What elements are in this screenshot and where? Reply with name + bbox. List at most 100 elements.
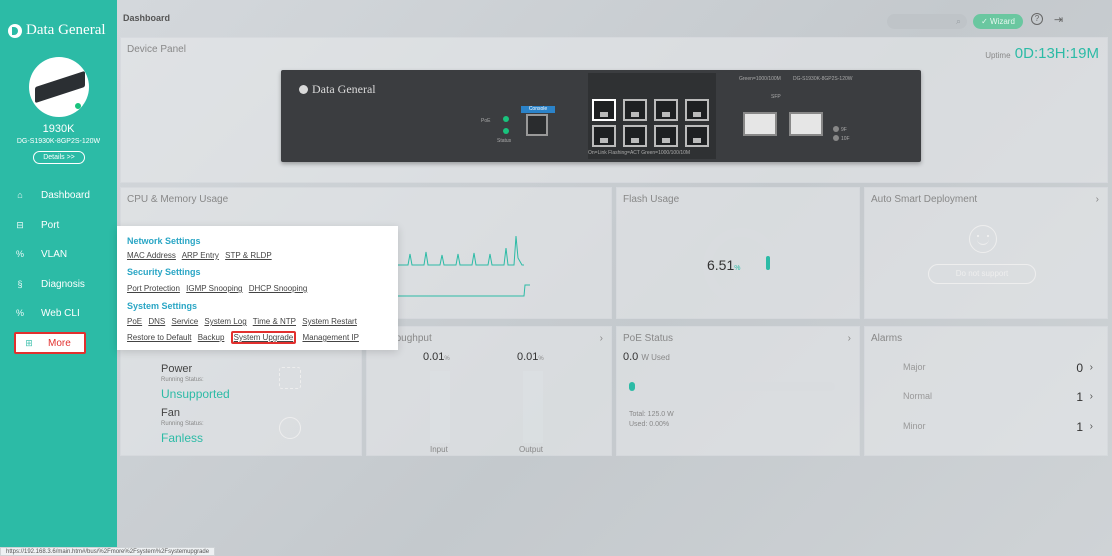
search-input[interactable]: ⌕ xyxy=(887,14,967,29)
menu-item-restore-default[interactable]: Restore to Default xyxy=(127,333,191,342)
output-throughput-value: 0.01% xyxy=(517,351,544,363)
wizard-button[interactable]: ✓ Wizard xyxy=(973,14,1023,29)
sidebar-item-web-cli[interactable]: % Web CLI xyxy=(0,302,117,324)
device-avatar xyxy=(29,57,89,117)
system-settings-header: System Settings xyxy=(127,301,198,311)
menu-item-management-ip[interactable]: Management IP xyxy=(302,333,358,342)
input-throughput-unit: % xyxy=(444,356,450,362)
input-throughput-value: 0.01% xyxy=(423,351,450,363)
flash-usage-bar xyxy=(766,256,770,270)
device-panel: Device Panel Uptime 0D:13H:19M Data Gene… xyxy=(120,37,1108,183)
sidebar-item-label: Dashboard xyxy=(41,189,90,201)
poe-usage-track xyxy=(629,382,835,391)
port-4[interactable] xyxy=(623,125,647,147)
poe-led-label: PoE xyxy=(481,118,491,124)
menu-item-system-log[interactable]: System Log xyxy=(204,317,246,326)
flash-usage-unit: % xyxy=(734,265,741,272)
sfp-9f-label: 9F xyxy=(841,127,847,133)
auto-smart-deployment-panel[interactable]: Auto Smart Deployment › Do not support xyxy=(864,187,1108,319)
poe-total: Total: 125.0 W xyxy=(629,411,674,418)
diagnosis-icon: § xyxy=(17,279,23,289)
sidebar-item-diagnosis[interactable]: § Diagnosis xyxy=(0,273,117,295)
port-icon: ⊟ xyxy=(16,220,24,230)
chevron-right-icon[interactable]: › xyxy=(1090,391,1093,402)
security-settings-header: Security Settings xyxy=(127,267,201,277)
switch-brand: Data General xyxy=(299,82,376,97)
menu-item-igmp-snooping[interactable]: IGMP Snooping xyxy=(186,284,242,293)
menu-item-port-protection[interactable]: Port Protection xyxy=(127,284,180,293)
wand-icon: ✓ xyxy=(981,17,988,26)
input-throughput-bar xyxy=(430,371,450,443)
sfp-port-9f[interactable] xyxy=(743,112,777,136)
switch-front-panel: Data General PoE Status Console On=Link … xyxy=(281,70,921,162)
device-name: 1930K xyxy=(42,123,75,135)
sidebar: Data General 1930K DG-S1930K-8GP2S-120W … xyxy=(0,0,117,556)
search-icon[interactable]: ⌕ xyxy=(956,16,961,27)
port-7[interactable] xyxy=(685,99,709,121)
port-3[interactable] xyxy=(623,99,647,121)
menu-item-arp-entry[interactable]: ARP Entry xyxy=(182,251,219,260)
chevron-right-icon[interactable]: › xyxy=(1090,421,1093,432)
throughput-panel[interactable]: c Throughput › 0.01% 0.01% Input Output xyxy=(366,326,612,456)
brand-logo[interactable]: Data General xyxy=(8,22,106,39)
alarm-row-minor[interactable]: Minor 1 › xyxy=(903,420,1098,437)
sidebar-item-dashboard[interactable]: ⌂ Dashboard xyxy=(0,184,117,206)
fan-status-label: Running Status: xyxy=(161,421,204,427)
chevron-right-icon[interactable]: › xyxy=(600,333,603,344)
alarm-row-major[interactable]: Major 0 › xyxy=(903,361,1098,378)
sidebar-item-vlan[interactable]: % VLAN xyxy=(0,243,117,265)
uptime-value: 0D:13H:19M xyxy=(1014,45,1099,62)
menu-item-backup[interactable]: Backup xyxy=(198,333,225,342)
ethernet-ports xyxy=(588,73,716,159)
sfp-port-10f[interactable] xyxy=(789,112,823,136)
alarm-row-normal[interactable]: Normal 1 › xyxy=(903,390,1098,407)
chevron-right-icon[interactable]: › xyxy=(1090,362,1093,373)
port-8[interactable] xyxy=(685,125,709,147)
status-led-label: Status xyxy=(497,138,512,144)
chevron-right-icon[interactable]: › xyxy=(1096,194,1099,205)
poe-led xyxy=(503,116,509,122)
menu-item-poe[interactable]: PoE xyxy=(127,317,142,326)
port-1[interactable] xyxy=(592,99,616,121)
console-port[interactable] xyxy=(526,114,548,136)
sfp-label: SFP xyxy=(771,94,781,100)
menu-item-dns[interactable]: DNS xyxy=(148,317,165,326)
port-6[interactable] xyxy=(654,125,678,147)
sidebar-item-label: Port xyxy=(41,219,60,231)
auto-smart-deployment-title: Auto Smart Deployment xyxy=(871,194,978,205)
menu-item-dhcp-snooping[interactable]: DHCP Snooping xyxy=(249,284,308,293)
menu-item-mac-address[interactable]: MAC Address xyxy=(127,251,176,260)
menu-item-system-restart[interactable]: System Restart xyxy=(302,317,357,326)
home-icon: ⌂ xyxy=(17,190,23,200)
menu-item-system-upgrade[interactable]: System Upgrade xyxy=(230,331,297,344)
sidebar-item-more[interactable]: ⊞ More xyxy=(14,332,86,354)
device-panel-title: Device Panel xyxy=(127,44,186,55)
help-icon[interactable]: ? xyxy=(1031,13,1043,25)
chevron-right-icon[interactable]: › xyxy=(848,333,851,344)
port-5[interactable] xyxy=(654,99,678,121)
output-throughput-unit: % xyxy=(538,356,544,362)
alarm-label: Major xyxy=(903,362,926,372)
alarm-label: Normal xyxy=(903,391,933,401)
menu-item-stp-rldp[interactable]: STP & RLDP xyxy=(225,251,272,260)
logout-icon[interactable]: ⇥ xyxy=(1054,13,1063,26)
alarm-label: Minor xyxy=(903,421,926,431)
poe-used-unit: W Used xyxy=(641,353,670,362)
poe-status-panel[interactable]: PoE Status › 0.0 W Used Total: 125.0 W U… xyxy=(616,326,860,456)
alarm-count: 0 xyxy=(1076,361,1083,375)
poe-used-number: 0.0 xyxy=(623,351,639,363)
alarm-count: 1 xyxy=(1076,390,1083,404)
details-button[interactable]: Details >> xyxy=(33,151,85,164)
device-model: DG-S1930K-8GP2S-120W xyxy=(16,138,101,145)
not-supported-badge: Do not support xyxy=(928,264,1036,284)
sidebar-item-port[interactable]: ⊟ Port xyxy=(0,214,117,236)
output-label: Output xyxy=(519,445,544,454)
port-2[interactable] xyxy=(592,125,616,147)
alarm-count: 1 xyxy=(1076,420,1083,434)
menu-item-time-ntp[interactable]: Time & NTP xyxy=(253,317,296,326)
output-throughput-bar xyxy=(523,371,543,443)
sidebar-item-label: VLAN xyxy=(41,248,68,260)
sidebar-item-label: More xyxy=(48,337,71,349)
menu-item-service[interactable]: Service xyxy=(171,317,198,326)
power-label: Power xyxy=(161,363,193,375)
